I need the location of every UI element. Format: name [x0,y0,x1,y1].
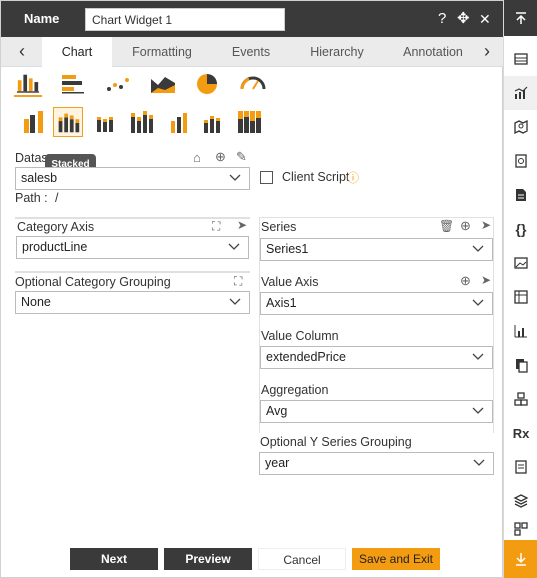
title-bar: Name ? ✥ ✕ [1,1,504,37]
path-label: Path : [15,191,48,205]
hierarchy-icon[interactable]: ⛶ [212,219,220,234]
save-and-exit-button[interactable]: Save and Exit [352,548,440,570]
clustered-column-icon[interactable] [19,107,49,137]
client-script-checkbox[interactable] [260,171,273,184]
value-column-select[interactable]: extendedPrice [260,346,493,369]
hierarchy-icon[interactable]: ⛶ [234,274,242,289]
client-script-label: Client Script [282,170,350,184]
dataset-select[interactable]: salesb [15,167,250,190]
tab-scroll-right-icon[interactable]: › [472,37,502,67]
tab-hierarchy[interactable]: Hierarchy [297,37,377,67]
tab-bar: ‹ Chart Formatting Events Hierarchy Anno… [1,37,504,67]
document-icon[interactable] [504,178,537,212]
full-stacked-icon[interactable] [234,107,264,137]
navigate-icon[interactable]: ➤ [481,218,491,232]
navigate-icon[interactable]: ➤ [237,218,247,232]
layers-icon[interactable] [504,484,537,518]
name-label: Name [24,11,60,26]
dataset-value: salesb [21,171,58,185]
chevron-down-icon [229,174,241,181]
chevron-down-icon [472,299,484,306]
chevron-down-icon [472,353,484,360]
optional-y-series-grouping-label: Optional Y Series Grouping [260,435,412,449]
grid-icon[interactable] [504,518,537,540]
grouping-divider [15,271,250,273]
rx-icon[interactable]: Rx [504,416,537,450]
mini-stacked-icon[interactable] [198,107,228,137]
value-column-label: Value Column [261,329,339,343]
widget-name-input[interactable] [85,8,285,31]
tab-events[interactable]: Events [216,37,286,67]
value-axis-value: Axis1 [266,296,297,310]
move-icon[interactable]: ✥ [457,10,470,28]
chevron-down-icon [472,245,484,252]
category-axis-value: productLine [22,240,88,254]
preview-button[interactable]: Preview [164,548,252,570]
aggregation-select[interactable]: Avg [260,400,493,423]
aggregation-label: Aggregation [261,383,329,397]
add-circle-icon[interactable]: ⊕ [215,149,226,165]
chevron-down-icon [228,243,240,250]
optional-category-grouping-value: None [21,295,51,309]
small-stacked-icon[interactable] [91,107,121,137]
optional-category-grouping-label: Optional Category Grouping [15,275,171,289]
home-icon[interactable]: ⌂ [193,150,201,165]
path-value: / [55,191,59,205]
gauge-chart-icon[interactable] [239,71,267,97]
chevron-down-icon [472,407,484,414]
scatter-chart-icon[interactable] [104,71,132,97]
cancel-button[interactable]: Cancel [258,548,346,570]
widget-properties-panel: Name ? ✥ ✕ ‹ Chart Formatting Events Hie… [0,0,504,578]
category-axis-label: Category Axis [17,220,95,234]
series-select[interactable]: Series1 [260,238,493,261]
stacked-column-icon[interactable] [53,107,83,137]
info-icon[interactable]: ⓘ [347,169,359,186]
compact-column-icon[interactable] [164,107,194,137]
form-icon[interactable] [504,450,537,484]
series-label: Series [261,220,297,234]
pie-chart-icon[interactable] [194,71,222,97]
value-axis-label: Value Axis [261,275,319,289]
table-icon[interactable] [504,42,537,76]
tab-formatting[interactable]: Formatting [122,37,202,67]
category-axis-select[interactable]: productLine [16,236,249,259]
report-icon[interactable] [504,144,537,178]
edit-icon[interactable]: ✎ [236,149,247,165]
image-icon[interactable] [504,246,537,280]
cubes-icon[interactable] [504,382,537,416]
kpi-chart-icon[interactable] [504,314,537,348]
pivot-icon[interactable] [504,280,537,314]
download-icon[interactable] [504,540,537,578]
aggregation-value: Avg [266,404,288,418]
navigate-icon[interactable]: ➤ [481,273,491,287]
tab-annotation[interactable]: Annotation [393,37,473,67]
trash-icon[interactable]: 🗑 [439,219,454,233]
bar-chart-icon[interactable] [59,71,87,97]
optional-y-series-grouping-select[interactable]: year [259,452,494,475]
value-column-value: extendedPrice [266,350,346,364]
chevron-down-icon [473,459,485,466]
copy-icon[interactable] [504,348,537,382]
multi-column-icon[interactable] [127,107,157,137]
help-icon[interactable]: ? [438,10,446,28]
value-axis-select[interactable]: Axis1 [260,292,493,315]
script-braces-icon[interactable]: {} [504,212,537,246]
tab-scroll-left-icon[interactable]: ‹ [7,37,37,67]
collapse-top-icon[interactable] [504,0,537,36]
close-icon[interactable]: ✕ [479,10,491,28]
tab-chart[interactable]: Chart [42,37,112,67]
column-chart-icon[interactable] [14,71,42,97]
chart-icon[interactable] [504,76,537,110]
dataset-label: Datas [15,151,48,165]
optional-y-series-grouping-value: year [265,456,290,470]
add-circle-icon[interactable]: ⊕ [460,273,471,289]
right-sidebar: {} Rx [503,0,537,578]
series-value: Series1 [266,242,309,256]
optional-category-grouping-select[interactable]: None [15,291,250,314]
area-chart-icon[interactable] [149,71,177,97]
add-circle-icon[interactable]: ⊕ [460,218,471,234]
map-icon[interactable] [504,110,537,144]
chevron-down-icon [229,298,241,305]
next-button[interactable]: Next [70,548,158,570]
